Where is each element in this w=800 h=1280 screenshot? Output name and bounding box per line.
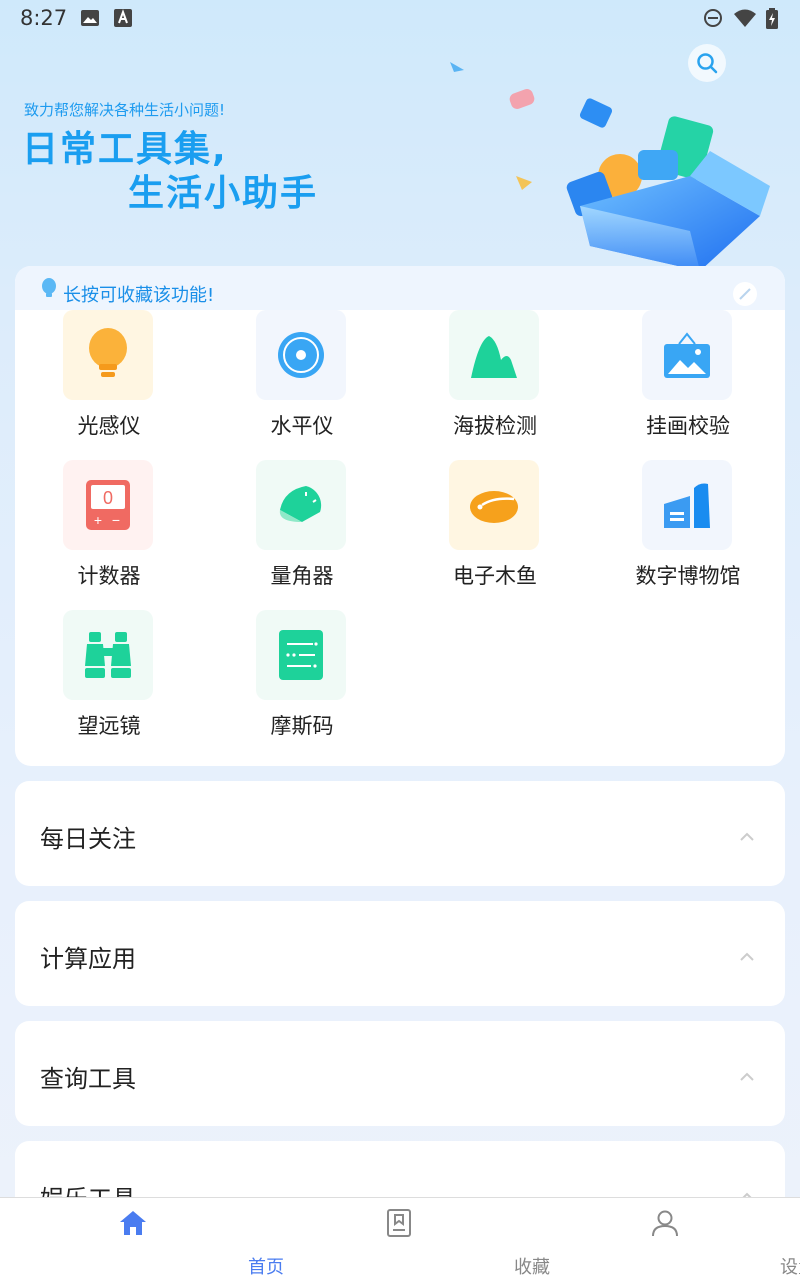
tip-text: 长按可收藏该功能! [63, 285, 215, 306]
level-icon [278, 332, 324, 378]
picture-frame-icon [664, 332, 710, 378]
home-icon [118, 1208, 148, 1242]
toolbox-illustration [450, 62, 770, 271]
tool-digital-museum[interactable]: 数字博物馆 [594, 460, 785, 610]
person-icon [650, 1208, 680, 1242]
bookmark-icon [384, 1208, 414, 1242]
tool-morse-code[interactable]: 摩斯码 [208, 610, 401, 760]
mountain-icon [471, 336, 517, 378]
close-icon[interactable] [733, 282, 757, 306]
status-time: 8:27 [20, 6, 68, 30]
section-daily-focus[interactable]: 每日关注 [15, 781, 785, 886]
image-icon [80, 8, 100, 28]
tool-label: 望远镜 [77, 714, 141, 738]
tool-icon-bg [63, 310, 153, 400]
tool-label: 电子木鱼 [453, 564, 537, 588]
tool-icon-bg [256, 310, 346, 400]
counter-value: 0 [103, 488, 113, 508]
counter-icon: 0 + − [86, 480, 130, 530]
svg-text:+: + [94, 512, 102, 528]
tool-label: 计数器 [77, 564, 141, 588]
tool-level[interactable]: 水平仪 [208, 310, 401, 460]
tool-telescope[interactable]: 望远镜 [15, 610, 208, 760]
bottom-nav: 首页 收藏 设置 [0, 1197, 800, 1280]
hero-banner: 致力帮您解决各种生活小问题! 日常工具集, 生活小助手 [0, 36, 800, 276]
tool-protractor[interactable]: 量角器 [208, 460, 401, 610]
wooden-fish-icon [470, 491, 518, 523]
tool-icon-bg [256, 610, 346, 700]
protractor-icon [279, 486, 322, 522]
section-query-tools[interactable]: 查询工具 [15, 1021, 785, 1126]
tool-light-meter[interactable]: 光感仪 [15, 310, 208, 460]
tools-card: 长按可收藏该功能! 光感仪 水平仪 海拔检测 挂画校验 0 + − 计数器 量角… [15, 266, 785, 766]
nav-favorites[interactable]: 收藏 [266, 1198, 550, 1280]
section-calc-apps[interactable]: 计算应用 [15, 901, 785, 1006]
hero-subtitle: 致力帮您解决各种生活小问题! [24, 101, 226, 119]
chevron-up-icon[interactable] [739, 947, 755, 966]
museum-icon [664, 483, 710, 528]
tool-picture-check[interactable]: 挂画校验 [594, 310, 785, 460]
battery-icon [765, 8, 779, 29]
tip-bar: 长按可收藏该功能! [15, 266, 785, 310]
bulb-icon [40, 278, 58, 304]
tool-icon-bg [449, 310, 539, 400]
tool-counter[interactable]: 0 + − 计数器 [15, 460, 208, 610]
tool-label: 数字博物馆 [635, 564, 741, 588]
wifi-icon [733, 8, 757, 28]
tool-label: 挂画校验 [646, 414, 730, 438]
tool-wooden-fish[interactable]: 电子木鱼 [401, 460, 594, 610]
dnd-icon [703, 8, 723, 28]
binoculars-icon [85, 632, 131, 678]
tool-label: 水平仪 [270, 414, 334, 438]
svg-text:−: − [112, 512, 120, 528]
section-title: 计算应用 [40, 945, 136, 973]
tool-label: 摩斯码 [270, 714, 334, 738]
nav-label: 设置 [780, 1257, 800, 1278]
section-title: 每日关注 [40, 825, 136, 853]
section-title: 查询工具 [40, 1065, 136, 1093]
nav-settings[interactable]: 设置 [532, 1198, 800, 1280]
tool-icon-bg: 0 + − [63, 460, 153, 550]
tool-label: 光感仪 [77, 414, 141, 438]
tool-icon-bg [449, 460, 539, 550]
tool-label: 海拔检测 [453, 414, 537, 438]
tool-icon-bg [642, 310, 732, 400]
chevron-up-icon[interactable] [739, 1067, 755, 1086]
nav-home[interactable]: 首页 [0, 1198, 284, 1280]
tool-icon-bg [256, 460, 346, 550]
tool-icon-bg [642, 460, 732, 550]
chevron-up-icon[interactable] [739, 827, 755, 846]
lightbulb-icon [89, 328, 127, 377]
tool-icon-bg [63, 610, 153, 700]
morse-code-icon [279, 630, 323, 680]
tool-altitude[interactable]: 海拔检测 [401, 310, 594, 460]
hero-title-secondary: 生活小助手 [128, 173, 319, 214]
a-icon [113, 8, 133, 28]
tool-label: 量角器 [270, 564, 334, 588]
status-bar: 8:27 [0, 0, 800, 36]
